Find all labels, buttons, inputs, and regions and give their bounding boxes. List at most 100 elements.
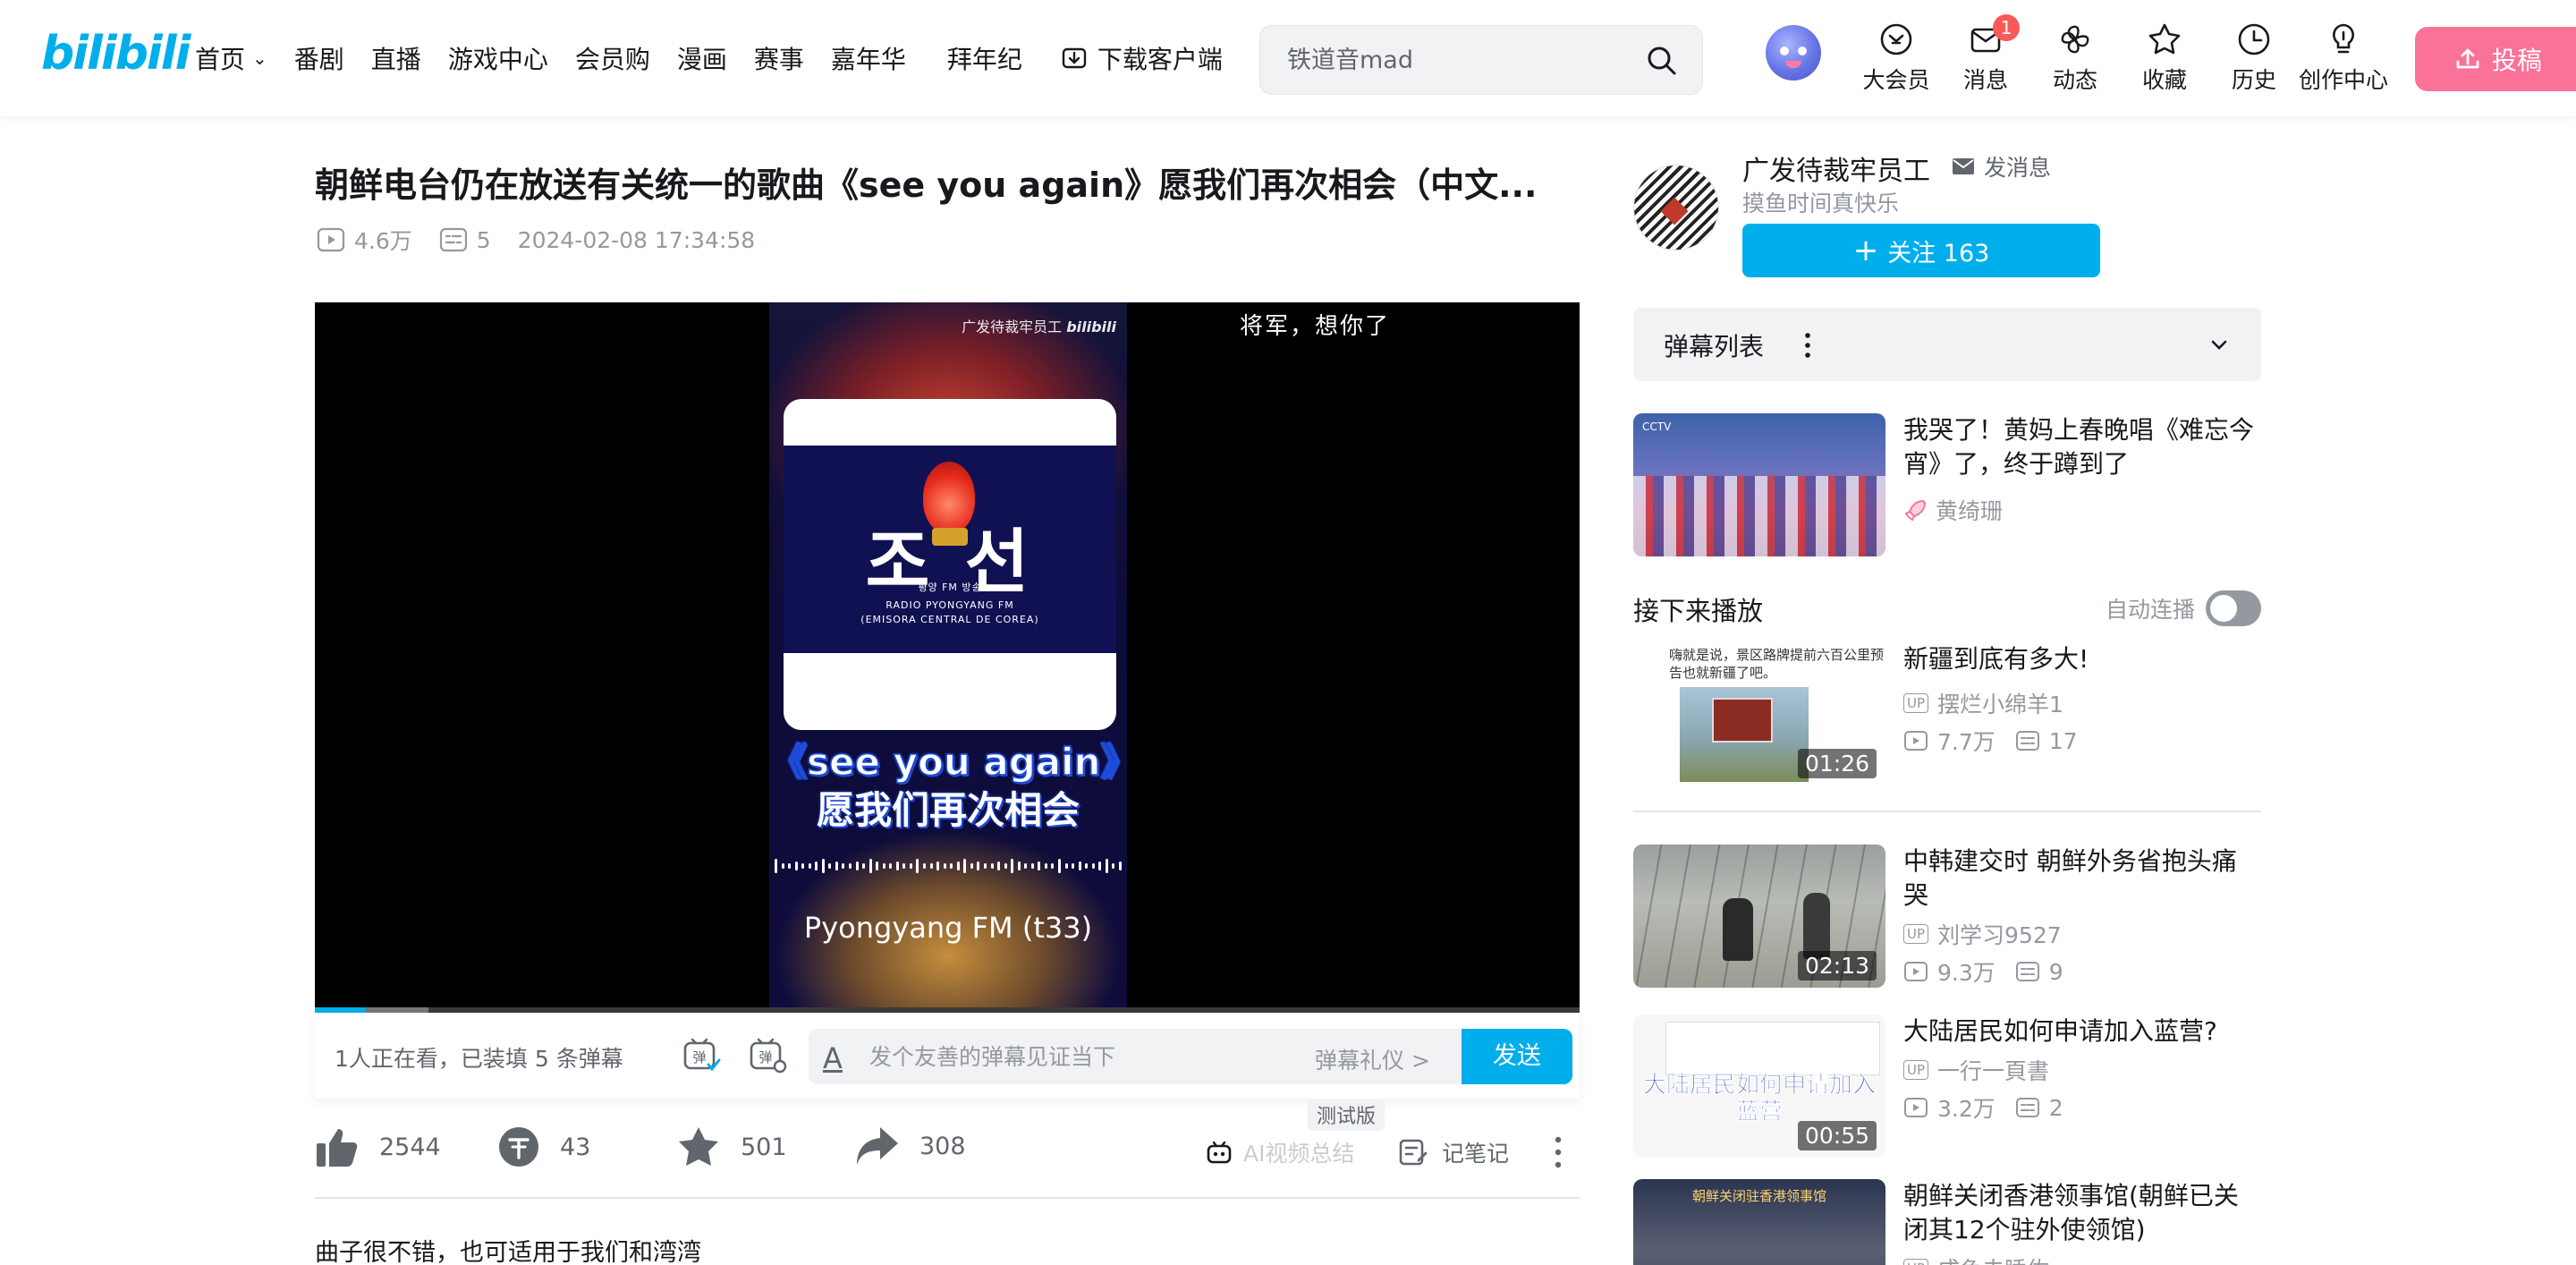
bilibili-logo[interactable]: bilibili bbox=[41, 27, 191, 81]
waveform-bar bbox=[808, 863, 811, 869]
view-count: 4.6万 bbox=[317, 224, 412, 256]
recommend-top-card[interactable]: CCTV 我哭了！黄妈上春晚唱《难忘今宵》了，终于蹲到了 黄绮珊 bbox=[1633, 413, 2261, 556]
nav-manga[interactable]: 漫画 bbox=[677, 40, 727, 76]
danmaku-send-bar: 1人正在看，已装填 5 条弹幕 弹 弹 A 弹幕礼仪 > 发送 bbox=[315, 1013, 1580, 1099]
radio-logo-line1: 평양 FM 방송 bbox=[918, 582, 982, 593]
video-author[interactable]: UP 刘学习9527 bbox=[1903, 918, 2062, 950]
video-thumbnail[interactable]: 朝鲜关闭驻香港领事馆 bbox=[1633, 1179, 1885, 1265]
uploader-name[interactable]: 广发待裁牢员工 bbox=[1742, 149, 1930, 188]
text-style-icon[interactable]: A bbox=[823, 1041, 843, 1075]
share-button[interactable]: 308 bbox=[855, 1125, 966, 1167]
danmaku-settings-icon[interactable]: 弹 bbox=[746, 1034, 789, 1077]
danmaku-count-value: 9 bbox=[2048, 958, 2063, 985]
search-input[interactable] bbox=[1287, 42, 1627, 78]
upload-button[interactable]: 投稿 bbox=[2415, 27, 2576, 91]
waveform-bar bbox=[821, 859, 825, 873]
send-danmaku-button[interactable]: 发送 bbox=[1462, 1029, 1572, 1084]
nav-home[interactable]: 首页 ⌄ bbox=[195, 40, 267, 76]
favorite-entry[interactable]: 收藏 bbox=[2120, 21, 2209, 95]
view-stat: 9.3万 bbox=[1903, 955, 1996, 988]
ai-summary-label: AI视频总结 bbox=[1243, 1141, 1355, 1167]
vip-entry[interactable]: 大会员 bbox=[1852, 21, 1941, 95]
video-title[interactable]: 朝鲜关闭香港领事馆(朝鲜已关闭其12个驻外使领馆) bbox=[1903, 1179, 2261, 1247]
chevron-down-icon[interactable] bbox=[2207, 333, 2231, 356]
like-button[interactable]: 2544 bbox=[315, 1125, 441, 1168]
message-entry[interactable]: 1 消息 bbox=[1941, 14, 2030, 95]
video-thumbnail[interactable]: 02:13 bbox=[1633, 845, 1885, 988]
video-stats: 3.2万 2 bbox=[1903, 1091, 2083, 1124]
recommend-thumbnail[interactable]: CCTV bbox=[1633, 413, 1885, 556]
nav-esports[interactable]: 赛事 bbox=[754, 40, 804, 76]
waveform-bar bbox=[970, 863, 973, 869]
radio-logo-line3: (EMISORA CENTRAL DE COREA) bbox=[860, 614, 1039, 625]
favorite-button[interactable]: 501 bbox=[676, 1125, 787, 1168]
danmaku-list-panel[interactable]: 弹幕列表 bbox=[1633, 308, 2261, 381]
play-count-icon bbox=[1904, 962, 1928, 981]
like-count: 2544 bbox=[379, 1133, 441, 1161]
history-entry[interactable]: 历史 bbox=[2209, 21, 2299, 95]
nav-game-center[interactable]: 游戏中心 bbox=[448, 40, 548, 76]
video-thumbnail[interactable]: 大陆居民如何申请加入蓝营 00:55 bbox=[1633, 1015, 1885, 1158]
danmaku-input[interactable] bbox=[869, 1040, 1299, 1074]
trial-badge: 测试版 bbox=[1308, 1099, 1385, 1131]
nav-live[interactable]: 直播 bbox=[371, 40, 421, 76]
recommend-card[interactable]: 02:13 中韩建交时 朝鲜外务省抱头痛哭 UP 刘学习9527 9.3万 9 bbox=[1633, 845, 2261, 988]
vertical-dots-icon[interactable] bbox=[1803, 331, 1812, 360]
video-title[interactable]: 新疆到底有多大! bbox=[1903, 642, 2261, 676]
list-divider bbox=[1633, 811, 2261, 812]
recommend-card[interactable]: 大陆居民如何申请加入蓝营 00:55 大陆居民如何申请加入蓝营? UP 一行一頁書… bbox=[1633, 1015, 2261, 1158]
history-icon bbox=[2238, 23, 2270, 55]
waveform-bar bbox=[943, 863, 946, 869]
waveform-bar bbox=[876, 862, 879, 870]
search-icon[interactable] bbox=[1645, 44, 1679, 78]
video-author[interactable]: UP 成色未睡佐 bbox=[1903, 1252, 2049, 1265]
radio-logo-card: 조 선 평양 FM 방송 RADIO PYONGYANG FM (EMISORA… bbox=[784, 399, 1116, 730]
download-client-link[interactable]: 下载客户端 bbox=[1060, 40, 1223, 76]
nav-anime[interactable]: 番剧 bbox=[294, 40, 344, 76]
nav-mall[interactable]: 会员购 bbox=[575, 40, 650, 76]
recommend-card[interactable]: 朝鲜关闭驻香港领事馆 朝鲜关闭香港领事馆(朝鲜已关闭其12个驻外使领馆) UP 成… bbox=[1633, 1179, 2261, 1265]
video-author[interactable]: UP 一行一頁書 bbox=[1903, 1054, 2049, 1086]
ai-summary-button[interactable]: AI视频总结 bbox=[1206, 1136, 1354, 1168]
notes-button[interactable]: 记笔记 bbox=[1399, 1136, 1509, 1168]
video-player[interactable]: 广发待裁牢员工 bilibili 조 선 평양 FM 방송 RADIO PYON… bbox=[315, 302, 1580, 1013]
video-description: 曲子很不错，也可适用于我们和湾湾 bbox=[315, 1239, 701, 1265]
view-stat: 7.7万 bbox=[1903, 725, 1996, 757]
uploader-avatar[interactable] bbox=[1633, 165, 1719, 250]
autoplay-toggle[interactable] bbox=[2206, 590, 2262, 626]
danmaku-count-icon bbox=[439, 227, 467, 252]
waveform-bar bbox=[849, 863, 852, 869]
user-avatar[interactable] bbox=[1766, 25, 1821, 81]
nav-carnival[interactable]: 嘉年华 bbox=[831, 40, 906, 76]
creator-entry[interactable]: 创作中心 bbox=[2299, 21, 2388, 95]
dynamic-entry[interactable]: 动态 bbox=[2030, 21, 2120, 95]
follow-button[interactable]: + 关注 163 bbox=[1742, 224, 2100, 277]
video-title[interactable]: 大陆居民如何申请加入蓝营? bbox=[1903, 1015, 2261, 1049]
danmaku-toggle-icon[interactable]: 弹 bbox=[680, 1034, 723, 1077]
section-divider bbox=[315, 1197, 1580, 1199]
coin-count: 43 bbox=[560, 1133, 591, 1161]
danmaku-count-value: 5 bbox=[476, 226, 491, 253]
nav-new-year-gala[interactable]: 拜年纪 bbox=[947, 40, 1022, 76]
danmaku-count-value: 17 bbox=[2048, 727, 2078, 754]
recommend-card[interactable]: 嗨就是说，景区路牌提前六百公里预告也就新疆了吧。 01:26 新疆到底有多大! … bbox=[1633, 642, 2261, 785]
waveform-bar bbox=[794, 862, 798, 870]
more-options-icon[interactable] bbox=[1553, 1134, 1563, 1170]
download-icon bbox=[1062, 47, 1087, 69]
recommend-author[interactable]: 黄绮珊 bbox=[1903, 494, 2003, 526]
video-stats: 7.7万 17 bbox=[1903, 725, 2097, 757]
chevron-down-icon: ⌄ bbox=[252, 47, 267, 69]
play-count-icon bbox=[1904, 731, 1928, 751]
top-navbar: bilibili 首页 ⌄ 番剧 直播 游戏中心 会员购 漫画 赛事 嘉年华 拜年… bbox=[0, 0, 2576, 116]
danmaku-etiquette-link[interactable]: 弹幕礼仪 > bbox=[1315, 1043, 1430, 1075]
video-author[interactable]: UP 摆烂小绵羊1 bbox=[1903, 687, 2063, 719]
coin-button[interactable]: 43 bbox=[497, 1125, 590, 1168]
waveform-bar bbox=[1030, 863, 1034, 869]
author-name: 刘学习9527 bbox=[1937, 922, 2062, 948]
video-title[interactable]: 中韩建交时 朝鲜外务省抱头痛哭 bbox=[1903, 845, 2261, 913]
publish-date: 2024-02-08 17:34:58 bbox=[517, 226, 756, 253]
send-message-link[interactable]: 发消息 bbox=[1952, 150, 2051, 183]
waveform-bar bbox=[1024, 863, 1028, 869]
recommend-title[interactable]: 我哭了！黄妈上春晚唱《难忘今宵》了，终于蹲到了 bbox=[1903, 413, 2261, 481]
video-thumbnail[interactable]: 嗨就是说，景区路牌提前六百公里预告也就新疆了吧。 01:26 bbox=[1633, 642, 1885, 785]
